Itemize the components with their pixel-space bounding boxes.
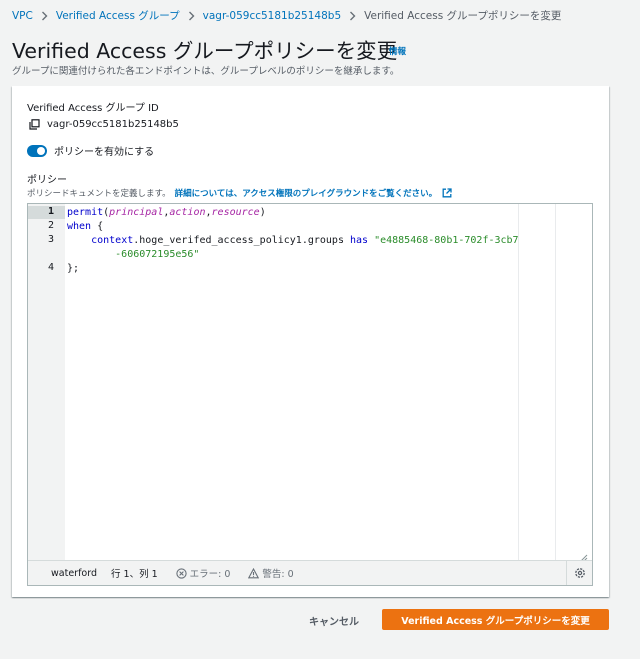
policy-form-panel: Verified Access グループ ID vagr-059cc5181b2… — [12, 86, 609, 597]
code-area[interactable]: permit(principal,action,resource) when {… — [65, 204, 592, 561]
group-id-label: Verified Access グループ ID — [27, 103, 159, 114]
policy-description-text: ポリシードキュメントを定義します。 — [27, 189, 171, 199]
breadcrumb-vpc[interactable]: VPC — [12, 10, 33, 22]
policy-enable-toggle[interactable] — [27, 144, 47, 157]
editor-settings-button[interactable] — [566, 561, 592, 585]
cursor-position: 行 1、列 1 — [111, 569, 158, 580]
policy-code-editor[interactable]: 1 2 3 4 permit(principal,action,resource… — [27, 203, 593, 586]
code-line-3: context.hoge_verifed_access_policy1.grou… — [91, 235, 519, 246]
group-id-row: vagr-059cc5181b25148b5 — [29, 119, 179, 130]
line-number: 4 — [47, 262, 54, 273]
chevron-right-icon — [41, 11, 48, 21]
breadcrumb-group-id[interactable]: vagr-059cc5181b25148b5 — [203, 10, 341, 22]
print-margin-line — [555, 204, 556, 561]
policy-label: ポリシー — [27, 175, 67, 186]
toggle-knob — [37, 146, 45, 155]
page-description: グループに関連付けられた各エンドポイントは、グループレベルのポリシーを継承します… — [12, 66, 400, 77]
error-icon — [175, 567, 187, 579]
breadcrumb-verified-access-groups[interactable]: Verified Access グループ — [56, 8, 180, 23]
warning-icon — [248, 567, 260, 579]
cancel-button[interactable]: キャンセル — [300, 609, 368, 631]
code-line-1: permit(principal,action,resource) — [67, 207, 266, 218]
editor-status-bar: waterford 行 1、列 1 エラー: 0 警告: 0 — [28, 560, 592, 585]
code-line-4: }; — [67, 263, 80, 274]
external-link-icon[interactable] — [442, 188, 452, 198]
info-link[interactable]: 情報 — [389, 45, 406, 57]
page-title: Verified Access グループポリシーを変更 — [12, 39, 398, 63]
policy-enable-toggle-row: ポリシーを有効にする — [27, 143, 154, 158]
line-number: 2 — [47, 220, 54, 231]
submit-policy-button[interactable]: Verified Access グループポリシーを変更 — [382, 609, 609, 630]
breadcrumb-current: Verified Access グループポリシーを変更 — [364, 10, 562, 22]
playground-link[interactable]: 詳細については、アクセス権限のプレイグラウンドをご覧ください。 — [175, 187, 437, 199]
gear-icon — [574, 568, 585, 578]
policy-description: ポリシードキュメントを定義します。 詳細については、アクセス権限のプレイグラウン… — [27, 187, 452, 199]
line-number-gutter: 1 2 3 4 — [28, 204, 65, 561]
resize-handle-icon[interactable] — [580, 547, 588, 562]
copy-icon[interactable] — [29, 119, 40, 130]
code-line-3-wrap: -606072195e56" — [67, 249, 200, 260]
error-count-text: エラー: 0 — [189, 569, 231, 580]
line-number: 1 — [47, 206, 54, 217]
print-margin-line — [518, 204, 519, 561]
error-count[interactable]: エラー: 0 — [175, 566, 231, 580]
chevron-right-icon — [349, 11, 356, 21]
breadcrumb: VPC Verified Access グループ vagr-059cc5181b… — [12, 8, 561, 23]
line-number: 3 — [47, 234, 54, 245]
warning-count[interactable]: 警告: 0 — [248, 566, 294, 580]
editor-theme: waterford — [51, 567, 97, 579]
toggle-label: ポリシーを有効にする — [54, 147, 155, 158]
warning-count-text: 警告: 0 — [262, 569, 294, 580]
group-id-value: vagr-059cc5181b25148b5 — [47, 119, 179, 130]
chevron-right-icon — [188, 11, 195, 21]
code-line-2: when { — [67, 221, 104, 232]
